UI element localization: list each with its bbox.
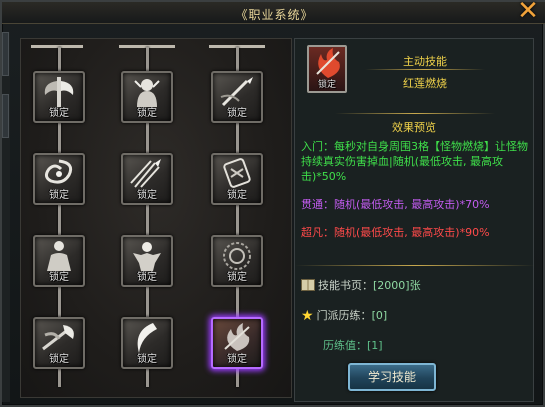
skill-slot-war-axe[interactable]: 锁定 — [33, 317, 85, 369]
effect-transcend-level: 超凡：随机(最低攻击, 最高攻击)*90% — [301, 226, 490, 239]
school-training-value: [0] — [371, 309, 388, 322]
skill-detail-panel: 锁定 主动技能 红莲燃烧 效果预览 入门：每秒对自身周围3格【怪物燃烧】让怪物持… — [294, 38, 535, 402]
skill-tree-panel: 锁定 锁定 锁定 锁定 锁定 锁定 锁定 锁定 锁定 锁定 锁定 锁定 — [20, 38, 292, 398]
star-icon: ★ — [301, 308, 314, 324]
close-button[interactable]: ✕ — [517, 0, 539, 24]
skill-slot-crescent-blade[interactable]: 锁定 — [121, 317, 173, 369]
school-training-row: ★ 门派历练：[0] — [301, 307, 387, 324]
red-lotus-icon — [316, 48, 340, 78]
skill-slot-spear[interactable]: 锁定 — [211, 71, 263, 123]
lock-label: 锁定 — [317, 80, 336, 90]
mastery-value: [1] — [367, 339, 383, 352]
skill-slot-meditation[interactable]: 锁定 — [33, 235, 85, 287]
left-edge — [2, 32, 10, 402]
skill-slot-battle-axe[interactable]: 锁定 — [33, 71, 85, 123]
skill-book-label: 技能书页： — [318, 279, 373, 292]
divider — [295, 265, 535, 266]
skill-slot-whirlwind[interactable]: 锁定 — [33, 153, 85, 205]
window-title: 《职业系统》 — [235, 8, 314, 22]
side-tab[interactable] — [2, 94, 9, 138]
book-icon — [301, 279, 315, 291]
lock-label: 锁定 — [137, 108, 157, 119]
lock-label: 锁定 — [227, 190, 247, 201]
skill-slot-shield-seal[interactable]: 锁定 — [211, 153, 263, 205]
effect-pierce-level: 贯通：随机(最低攻击, 最高攻击)*70% — [301, 198, 490, 211]
skill-name: 红莲燃烧 — [403, 77, 447, 90]
skill-book-row: 技能书页：[2000]张 — [301, 277, 421, 293]
divider — [365, 69, 485, 70]
school-training-label: 门派历练： — [316, 309, 372, 322]
learn-skill-button[interactable]: 学习技能 — [348, 363, 436, 391]
skill-slot-rune-circle[interactable]: 锁定 — [211, 235, 263, 287]
close-icon: ✕ — [517, 0, 539, 26]
mastery-label: 历练值： — [323, 339, 367, 352]
skill-slot-arrow-rain[interactable]: 锁定 — [121, 153, 173, 205]
lock-label: 锁定 — [49, 354, 69, 365]
lock-label: 锁定 — [137, 272, 157, 283]
lock-label: 锁定 — [137, 190, 157, 201]
skill-category: 主动技能 — [403, 55, 447, 68]
selected-skill-icon: 锁定 — [307, 45, 347, 93]
skill-slot-flame-strike[interactable]: 锁定 — [211, 317, 263, 369]
effect-preview-heading: 效果预览 — [392, 121, 436, 134]
title-bar: 《职业系统》 — [2, 2, 545, 24]
mastery-row: 历练值：[1] — [323, 337, 383, 353]
side-tab[interactable] — [2, 32, 9, 76]
lock-label: 锁定 — [49, 272, 69, 283]
lock-label: 锁定 — [227, 108, 247, 119]
lock-label: 锁定 — [227, 272, 247, 283]
lock-label: 锁定 — [137, 354, 157, 365]
skill-slot-berserker[interactable]: 锁定 — [121, 235, 173, 287]
effect-entry-level: 入门：每秒对自身周围3格【怪物燃烧】让怪物持续真实伤害掉血|随机(最低攻击, 最… — [301, 140, 528, 183]
lock-label: 锁定 — [227, 354, 247, 365]
lock-label: 锁定 — [49, 190, 69, 201]
skill-book-value: [2000]张 — [373, 279, 421, 292]
tree-top-bar — [31, 45, 83, 48]
career-system-window: 《职业系统》 ✕ 锁定 锁定 锁定 锁定 锁定 锁定 锁定 锁定 锁定 锁定 锁… — [0, 0, 545, 407]
skill-slot-demon[interactable]: 锁定 — [121, 71, 173, 123]
divider — [335, 113, 495, 114]
lock-label: 锁定 — [49, 108, 69, 119]
